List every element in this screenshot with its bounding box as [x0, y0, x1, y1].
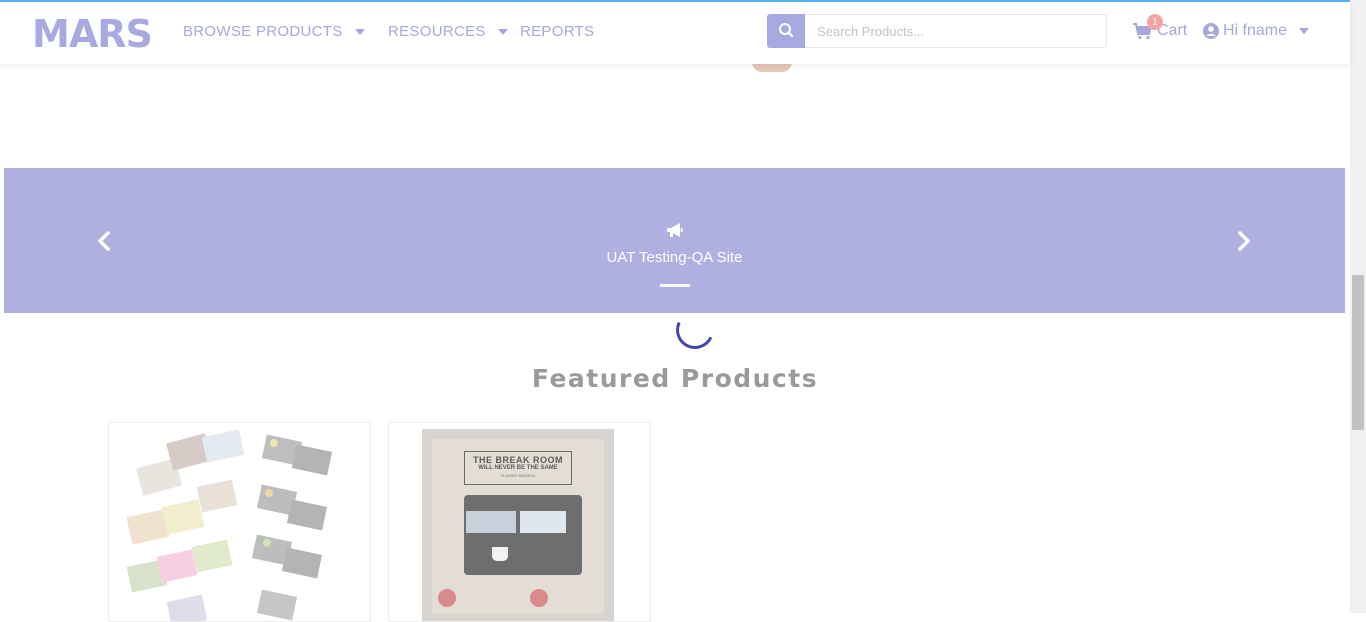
feature-icon-2 [530, 589, 548, 607]
product-image: THE BREAK ROOM WILL NEVER BE THE SAME FL… [422, 429, 614, 621]
user-circle-icon [1203, 23, 1219, 39]
poster-headline-box: THE BREAK ROOM WILL NEVER BE THE SAME FL… [464, 451, 572, 485]
chevron-down-icon [497, 28, 508, 35]
cart-link[interactable]: 1 Cart [1133, 14, 1187, 40]
nav-reports[interactable]: REPORTS [520, 23, 594, 40]
nav-browse-products[interactable]: BROWSE PRODUCTS [183, 23, 365, 40]
product-image [126, 429, 333, 621]
search-button[interactable] [767, 14, 805, 48]
poster-frame: THE BREAK ROOM WILL NEVER BE THE SAME FL… [432, 439, 604, 614]
user-greeting: Hi fname [1223, 22, 1288, 39]
carousel-indicator[interactable] [659, 284, 690, 287]
feature-icon-1 [438, 589, 456, 607]
coffee-cup-icon [492, 547, 508, 561]
poster-brand: FLAVIA® BARISTA [500, 473, 536, 478]
search-icon [779, 23, 794, 38]
machine-body [464, 495, 582, 575]
section-title: Featured Products [531, 364, 819, 393]
product-card[interactable] [108, 422, 371, 622]
scrollbar-thumb[interactable] [1352, 275, 1364, 430]
nav-resources-label: RESOURCES [388, 23, 486, 40]
search-input[interactable] [805, 14, 1107, 48]
navbar: MARS BROWSE PRODUCTS RESOURCES REPORTS 1… [0, 2, 1350, 64]
poster-headline: THE BREAK ROOM [473, 455, 563, 465]
nav-reports-label: REPORTS [520, 23, 595, 40]
user-menu[interactable]: Hi fname [1203, 22, 1310, 40]
nav-resources[interactable]: RESOURCES [388, 23, 508, 40]
carousel-slide: UAT Testing-QA Site [4, 222, 1345, 287]
poster-subheadline: WILL NEVER BE THE SAME [478, 465, 558, 471]
announcement-carousel: UAT Testing-QA Site [4, 168, 1345, 313]
machine-panel [466, 511, 516, 533]
megaphone-icon [666, 223, 683, 237]
machine-screen [520, 511, 566, 533]
nav-browse-label: BROWSE PRODUCTS [183, 23, 343, 40]
cart-count-badge: 1 [1147, 14, 1163, 30]
chevron-down-icon [354, 28, 365, 35]
chevron-down-icon [1299, 28, 1310, 34]
brand-logo[interactable]: MARS [32, 12, 153, 56]
carousel-title: UAT Testing-QA Site [606, 249, 743, 266]
product-card[interactable]: THE BREAK ROOM WILL NEVER BE THE SAME FL… [388, 422, 651, 622]
